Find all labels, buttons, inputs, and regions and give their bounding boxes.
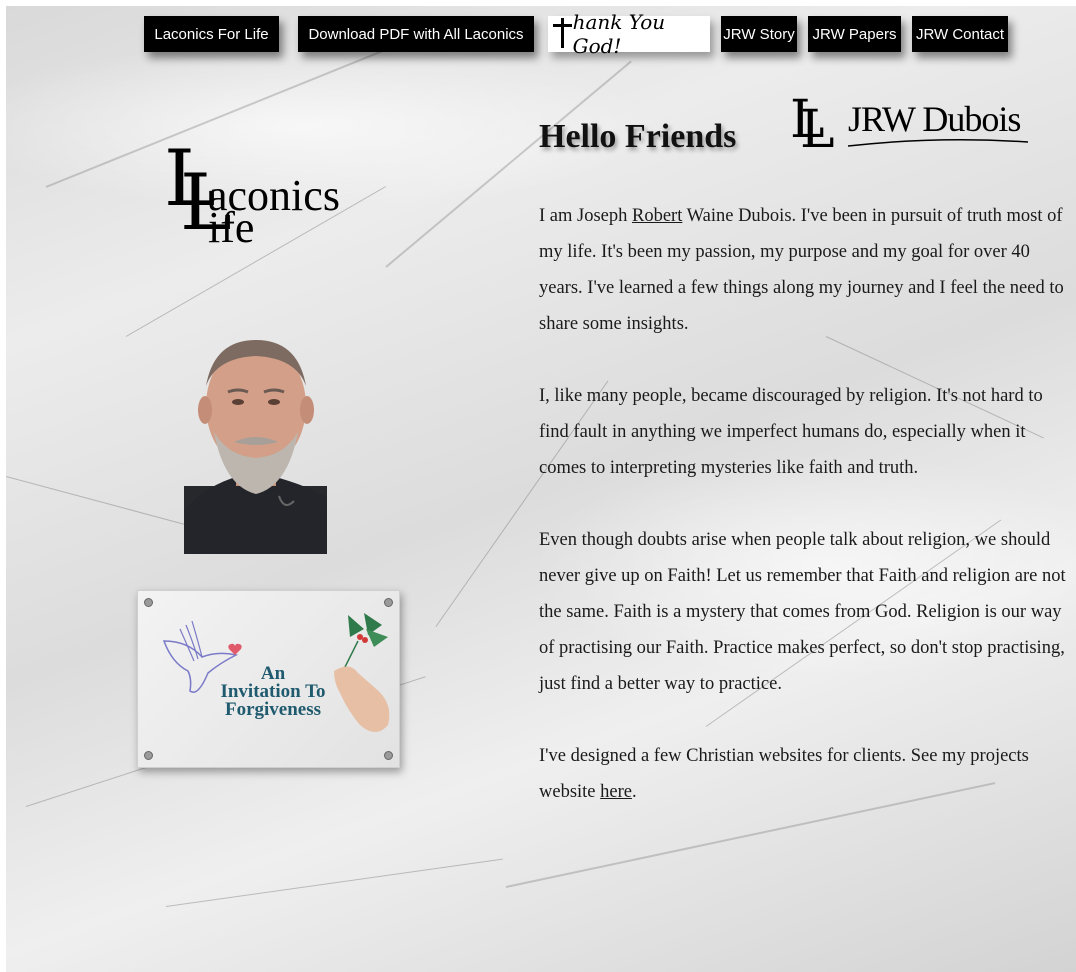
- jrw-logo-l-2: L: [800, 100, 835, 160]
- heart-icon: [228, 643, 242, 655]
- nav-jrw-papers[interactable]: JRW Papers: [808, 16, 901, 52]
- nav-jrw-story[interactable]: JRW Story: [721, 16, 797, 52]
- nav-laconics-for-life[interactable]: Laconics For Life: [144, 16, 279, 52]
- laconics-for-life-logo: L L aconics ife: [164, 140, 384, 250]
- cross-icon: [552, 16, 572, 52]
- logo-line-ife: ife: [208, 203, 255, 252]
- screw-icon: [144, 751, 153, 760]
- robert-link[interactable]: Robert: [632, 206, 682, 226]
- hand-with-holly-icon: [334, 613, 390, 732]
- paragraph-2: I, like many people, became discouraged …: [539, 386, 1043, 478]
- jrw-logo-name: JRW Dubois: [848, 99, 1021, 139]
- author-portrait: [184, 340, 327, 554]
- paragraph-4: I've designed a few Christian websites f…: [539, 746, 1029, 802]
- screw-icon: [384, 751, 393, 760]
- logo-swoosh: [848, 139, 1028, 147]
- nav-thank-you-god[interactable]: hank You God!: [548, 10, 710, 58]
- jrw-dubois-logo: L L JRW Dubois: [790, 94, 1035, 156]
- nav-download-pdf[interactable]: Download PDF with All Laconics: [298, 16, 534, 52]
- screw-icon: [144, 598, 153, 607]
- paragraph-1: I am Joseph Robert Waine Dubois. I've be…: [539, 206, 1064, 334]
- projects-here-link[interactable]: here: [600, 782, 632, 802]
- intro-text: I am Joseph Robert Waine Dubois. I've be…: [539, 198, 1067, 846]
- invitation-to-forgiveness-card[interactable]: An Invitation To Forgiveness: [137, 590, 400, 768]
- nav-jrw-contact[interactable]: JRW Contact: [912, 16, 1008, 52]
- card-title: An Invitation To Forgiveness: [220, 663, 326, 720]
- paragraph-3: Even though doubts arise when people tal…: [539, 530, 1066, 694]
- nav-thank-you-god-label: hank You God!: [572, 10, 666, 58]
- top-navigation: Laconics For Life Download PDF with All …: [0, 10, 1076, 58]
- page-heading: Hello Friends: [539, 118, 737, 155]
- screw-icon: [384, 598, 393, 607]
